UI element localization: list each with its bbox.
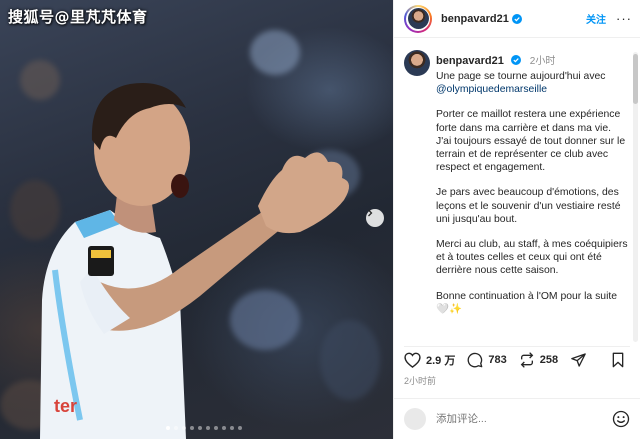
carousel-dot [190, 426, 194, 430]
carousel-dot [230, 426, 234, 430]
carousel-dot [182, 426, 186, 430]
caption-paragraph-4: Merci au club, au staff, à mes coéquipie… [436, 239, 628, 277]
more-options-icon[interactable]: ··· [616, 11, 632, 26]
share-count: 258 [539, 353, 559, 366]
comment-button[interactable]: 783 [467, 352, 507, 368]
avatar[interactable] [404, 4, 432, 33]
caption-scrollbar[interactable] [633, 52, 638, 342]
chevron-right-icon [368, 209, 373, 217]
comment-bar [394, 398, 640, 439]
scrollbar-thumb[interactable] [633, 54, 638, 104]
carousel-dot [214, 426, 218, 430]
carousel-dot [238, 426, 242, 430]
comment-input[interactable] [436, 413, 608, 425]
source-watermark: 搜狐号@里芃芃体育 [8, 8, 148, 26]
caption-area: benpavard21 2小时 Une page se tourne aujou… [404, 46, 628, 343]
caption-username[interactable]: benpavard21 [436, 55, 504, 67]
current-user-avatar [404, 408, 426, 430]
follow-button[interactable]: 关注 [586, 11, 606, 26]
caption-avatar[interactable] [404, 50, 430, 76]
caption-paragraph-5: Bonne continuation à l'OM pour la suite … [436, 290, 618, 315]
carousel-dot [222, 426, 226, 430]
carousel-dot [174, 426, 178, 430]
caption-paragraph-3: Je pars avec beaucoup d'émotions, des le… [436, 187, 621, 225]
send-button[interactable] [570, 352, 592, 368]
verified-badge-icon [511, 55, 522, 65]
repost-button[interactable]: 258 [519, 351, 559, 368]
smiley-icon[interactable] [612, 410, 630, 428]
caption-paragraph-2: Porter ce maillot restera une expérience… [436, 109, 626, 174]
post-timestamp: 2小时前 [404, 376, 437, 386]
caption-text: Une page se tourne aujourd'hui avec @oly… [436, 70, 628, 316]
post-side-panel: benpavard21 关注 ··· benpavard21 2小时 Une p… [393, 0, 640, 439]
mention-link[interactable]: @olympiquedemarseille [436, 84, 547, 95]
carousel-dot [166, 426, 170, 430]
caption-timestamp: 2小时 [529, 56, 556, 67]
comment-bubble-icon [467, 352, 483, 367]
bookmark-icon [612, 352, 624, 367]
carousel-indicator [166, 426, 242, 430]
player-illustration: ter [40, 83, 350, 439]
like-button[interactable]: 2.9 万 [404, 352, 455, 368]
like-count: 2.9 万 [426, 354, 456, 367]
carousel-dot [198, 426, 202, 430]
paper-plane-icon [571, 352, 586, 367]
post-header: benpavard21 关注 ··· [394, 0, 640, 38]
svg-text:ter: ter [54, 396, 77, 416]
post-photo[interactable]: ter 搜狐号@里芃芃体育 [0, 0, 393, 439]
caption-paragraph-1: Une page se tourne aujourd'hui avec [436, 71, 606, 82]
carousel-dot [206, 426, 210, 430]
comment-count: 783 [488, 353, 507, 366]
repost-icon [520, 351, 533, 368]
heart-icon [404, 352, 421, 368]
action-bar: 2.9 万 783 258 [404, 346, 630, 370]
verified-badge-icon [511, 13, 522, 24]
save-button[interactable] [611, 352, 630, 368]
header-username[interactable]: benpavard21 [441, 13, 509, 25]
carousel-next-button[interactable] [366, 209, 384, 227]
